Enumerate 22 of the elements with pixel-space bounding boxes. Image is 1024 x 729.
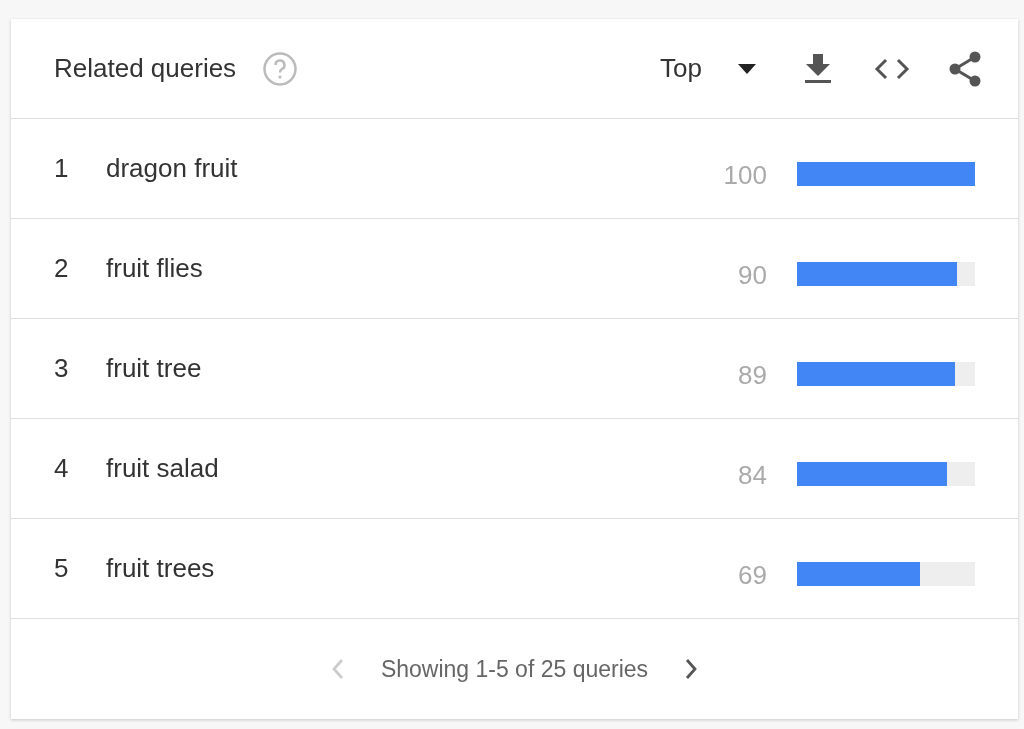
query-link[interactable]: dragon fruit [106, 153, 724, 184]
interest-value: 100 [723, 160, 767, 191]
rank-number: 3 [54, 353, 70, 384]
rank-number: 5 [54, 553, 70, 584]
query-link[interactable]: fruit salad [106, 453, 739, 484]
pagination-text: Showing 1-5 of 25 queries [380, 655, 649, 683]
interest-value: 89 [738, 360, 767, 391]
download-icon[interactable] [804, 53, 832, 84]
embed-icon[interactable] [874, 57, 910, 80]
panel-title: Related queries [54, 53, 237, 84]
rank-number: 4 [54, 453, 70, 484]
rank-number: 1 [54, 153, 70, 184]
query-link[interactable]: fruit trees [106, 553, 739, 584]
query-link[interactable]: fruit tree [106, 353, 739, 384]
interest-value: 90 [738, 260, 767, 291]
caret-icon [738, 63, 756, 74]
share-icon[interactable] [948, 50, 982, 87]
interest-value: 69 [738, 560, 767, 591]
rank-number: 2 [54, 253, 70, 284]
query-link[interactable]: fruit flies [106, 253, 739, 284]
interest-value: 84 [738, 460, 767, 491]
filter-dropdown[interactable]: Top [660, 53, 756, 84]
